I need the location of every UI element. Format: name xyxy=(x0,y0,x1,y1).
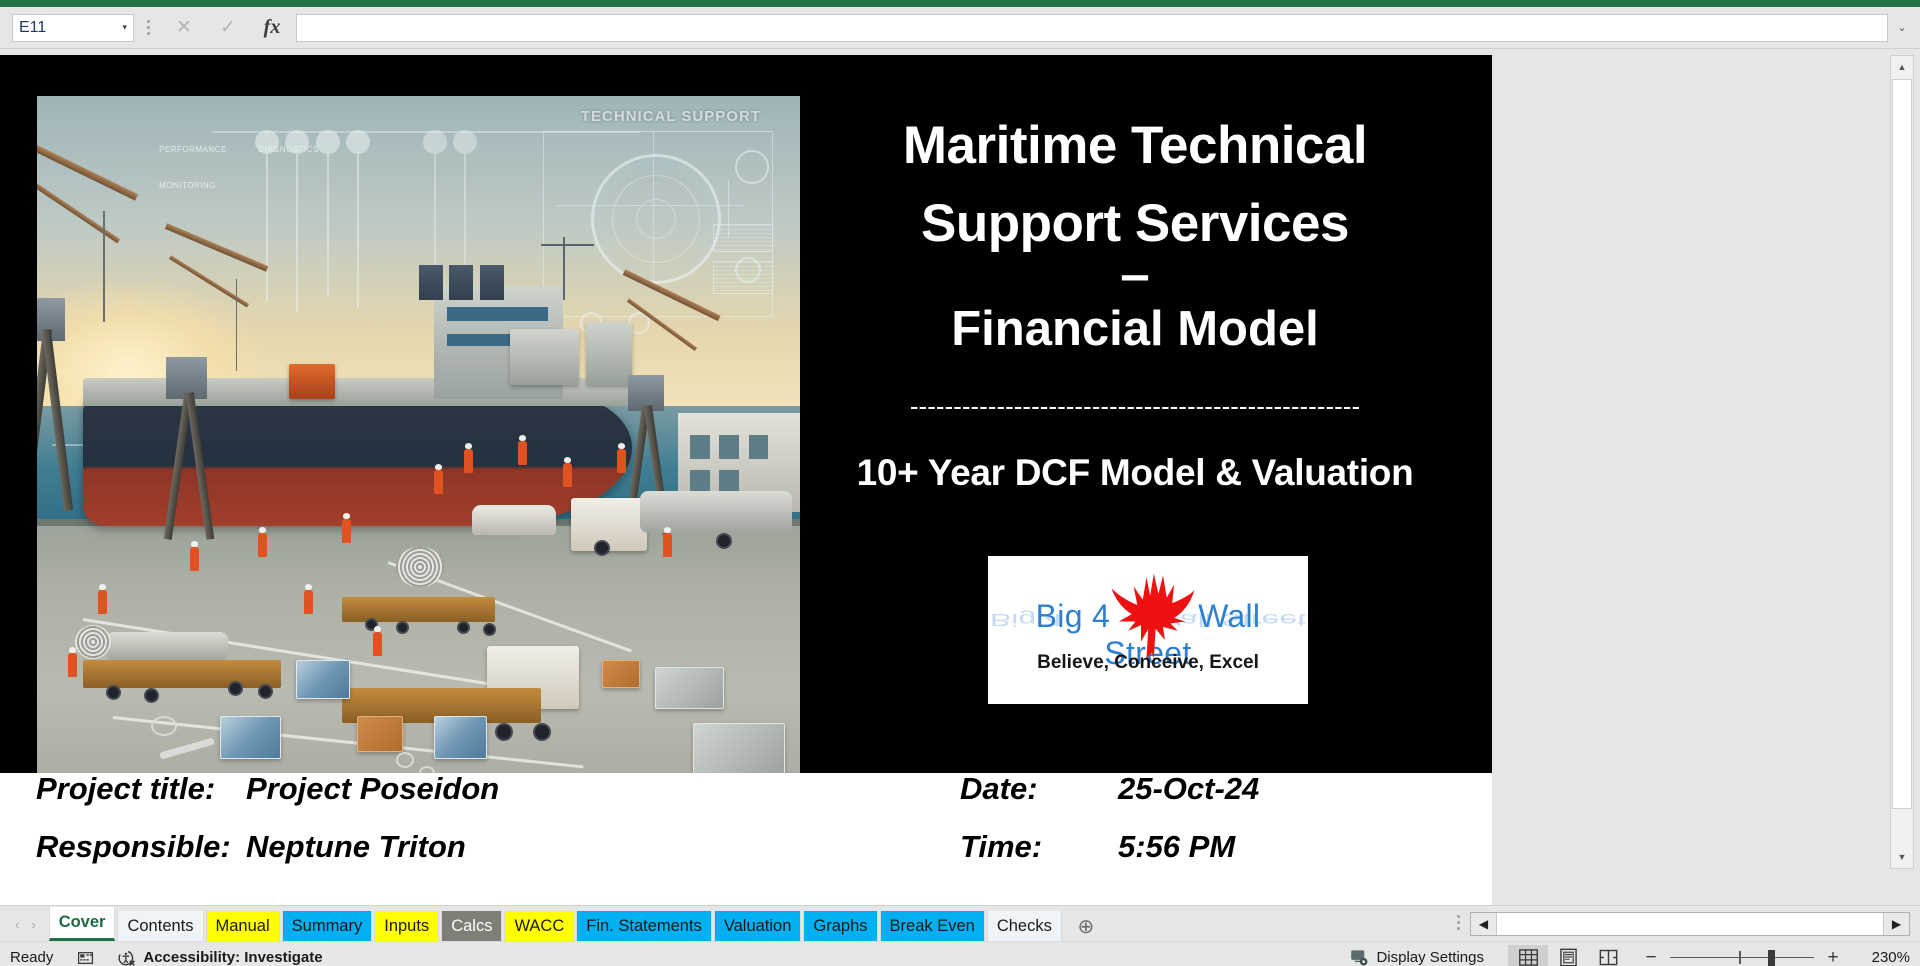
sheet-tab-graphs[interactable]: Graphs xyxy=(803,911,878,941)
company-logo: Big 4Wall Street Big 4Wall Street Believ… xyxy=(988,556,1308,704)
normal-view-icon xyxy=(1518,949,1538,966)
zoom-out-button[interactable]: − xyxy=(1642,947,1660,966)
normal-view-button[interactable] xyxy=(1508,944,1548,966)
page-layout-view-button[interactable] xyxy=(1548,945,1588,966)
zoom-level[interactable]: 230% xyxy=(1852,949,1910,966)
sheet-tab-wacc[interactable]: WACC xyxy=(504,911,575,941)
display-settings-button[interactable]: Display Settings xyxy=(1350,948,1484,966)
sheet-tab-summary[interactable]: Summary xyxy=(281,911,373,941)
name-box[interactable]: E11 ▾ xyxy=(12,13,134,42)
hud-label: TECHNICAL SUPPORT xyxy=(580,107,761,125)
sheet-tab-checks[interactable]: Checks xyxy=(986,911,1062,941)
name-box-value: E11 xyxy=(19,18,47,36)
formula-input[interactable] xyxy=(296,13,1888,42)
responsible-value[interactable]: Neptune Triton xyxy=(246,829,466,865)
horizontal-scrollbar[interactable]: ◀ ▶ xyxy=(1470,912,1910,936)
time-label: Time: xyxy=(960,829,1043,864)
insert-function-icon[interactable]: fx xyxy=(250,13,294,42)
worksheet-area[interactable]: TECHNICAL SUPPORT PERFORMANCE MONITORING… xyxy=(0,49,1920,905)
logo-brand-left: Big 4 xyxy=(1035,598,1111,634)
accessibility-icon xyxy=(118,950,136,966)
vertical-scrollbar[interactable]: ▲ ▼ xyxy=(1890,55,1914,869)
maritime-artwork: TECHNICAL SUPPORT PERFORMANCE MONITORING… xyxy=(37,96,800,801)
add-sheet-button[interactable]: ⊕ xyxy=(1072,911,1100,941)
date-label: Date: xyxy=(960,771,1038,806)
page-layout-view-icon xyxy=(1559,948,1577,966)
zoom-control[interactable]: − + xyxy=(1642,947,1842,966)
sheet-tab-valuation[interactable]: Valuation xyxy=(713,911,802,941)
time-value[interactable]: 5:56 PM xyxy=(1118,829,1235,865)
sheet-tab-inputs[interactable]: Inputs xyxy=(374,911,440,941)
project-title-value[interactable]: Project Poseidon xyxy=(246,771,499,807)
vertical-scroll-thumb[interactable] xyxy=(1892,79,1912,809)
horizontal-scroll-track[interactable] xyxy=(1497,913,1883,935)
date-value[interactable]: 25-Oct-24 xyxy=(1118,771,1259,807)
record-macro-button[interactable] xyxy=(77,949,94,966)
status-mode: Ready xyxy=(10,949,53,966)
status-mode-label: Ready xyxy=(10,949,54,966)
scroll-down-icon[interactable]: ▼ xyxy=(1891,846,1913,868)
zoom-in-button[interactable]: + xyxy=(1824,947,1842,966)
zoom-slider-thumb[interactable] xyxy=(1767,949,1775,966)
sheet-tab-cover[interactable]: Cover xyxy=(48,907,116,941)
cover-title-line-1: Maritime Technical xyxy=(902,116,1368,175)
scroll-left-icon[interactable]: ◀ xyxy=(1471,913,1497,935)
sheet-tab-break-even[interactable]: Break Even xyxy=(879,911,985,941)
chevron-down-icon[interactable]: ▾ xyxy=(122,22,127,33)
record-macro-icon xyxy=(78,952,94,964)
sheet-tab-contents[interactable]: Contents xyxy=(117,911,204,941)
sheet-tabs: Cover Contents Manual Summary Inputs Calcs WAC… xyxy=(48,907,1062,941)
eagle-icon xyxy=(1111,573,1195,659)
cover-info-panel: Project title: Project Poseidon Date: 25… xyxy=(0,771,1492,905)
display-settings-icon xyxy=(1351,950,1368,966)
zoom-slider[interactable] xyxy=(1670,949,1814,966)
confirm-icon[interactable]: ✓ xyxy=(206,13,250,42)
formula-bar: E11 ▾ ✕ ✓ fx ⌄ xyxy=(0,7,1920,49)
logo-slogan: Believe, Conceive, Excel xyxy=(1037,652,1259,673)
cover-title-dash: – xyxy=(1120,245,1150,305)
sheet-tab-navigation: ‹ › xyxy=(6,907,49,941)
display-settings-label: Display Settings xyxy=(1376,949,1484,966)
cover-title-line-2: Support Services xyxy=(921,194,1349,254)
sheet-tab-manual[interactable]: Manual xyxy=(205,911,280,941)
formula-bar-grip[interactable] xyxy=(138,14,158,42)
cover-title-block: Maritime Technical Support Services – Fi… xyxy=(800,96,1470,801)
accessibility-label: Accessibility: Investigate xyxy=(143,949,323,966)
tabbar-resize-grip[interactable] xyxy=(1457,914,1460,930)
page-break-view-button[interactable] xyxy=(1588,945,1628,966)
sheet-tab-fin-statements[interactable]: Fin. Statements xyxy=(576,911,712,941)
status-bar-right: Display Settings − + 230% xyxy=(1350,944,1910,966)
window-accent-bar xyxy=(0,0,1920,7)
cancel-icon[interactable]: ✕ xyxy=(162,13,206,42)
accessibility-checker-button[interactable]: Accessibility: Investigate xyxy=(118,949,323,966)
next-sheet-icon[interactable]: › xyxy=(26,917,40,932)
sheet-tab-bar: ‹ › Cover Contents Manual Summary Inputs Calc… xyxy=(0,905,1920,941)
previous-sheet-icon[interactable]: ‹ xyxy=(10,917,24,932)
status-bar: Ready Accessibility: Investigate Display… xyxy=(0,941,1920,966)
cover-hero-panel: TECHNICAL SUPPORT PERFORMANCE MONITORING… xyxy=(0,55,1492,801)
formula-actions: ✕ ✓ fx xyxy=(162,13,294,42)
responsible-label: Responsible: xyxy=(36,829,231,864)
cover-divider: ----------------------------------------… xyxy=(909,391,1361,422)
scroll-right-icon[interactable]: ▶ xyxy=(1883,913,1909,935)
scroll-up-icon[interactable]: ▲ xyxy=(1891,56,1913,78)
cover-sheet: TECHNICAL SUPPORT PERFORMANCE MONITORING… xyxy=(0,55,1492,905)
project-title-label: Project title: xyxy=(36,771,216,806)
sheet-tab-calcs[interactable]: Calcs xyxy=(441,911,503,941)
page-break-view-icon xyxy=(1599,949,1617,966)
cover-title-line-3: Financial Model xyxy=(951,302,1319,357)
expand-formula-bar-icon[interactable]: ⌄ xyxy=(1888,13,1916,42)
horizontal-scroll-group: ◀ ▶ xyxy=(1457,907,1920,941)
cover-tagline: 10+ Year DCF Model & Valuation xyxy=(856,452,1414,494)
